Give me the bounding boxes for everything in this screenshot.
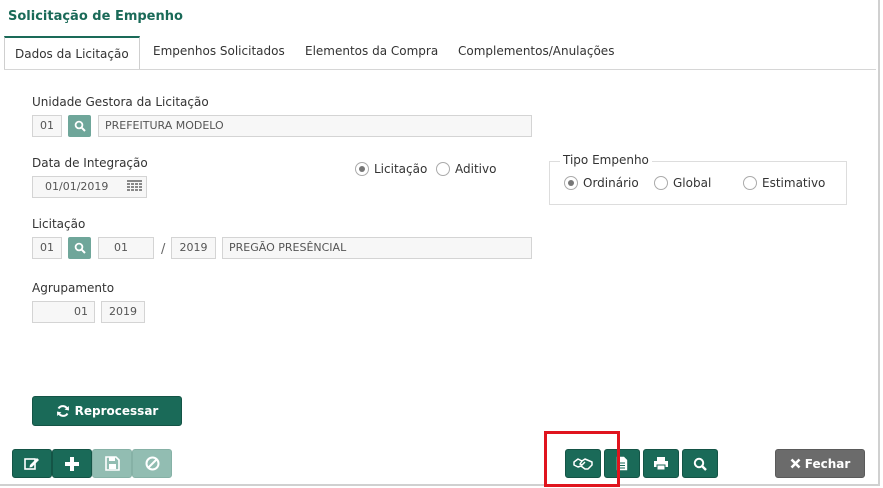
data-integracao-label: Data de Integração [32,156,148,170]
ban-icon [145,456,159,471]
licitacao-description-input[interactable]: PREGÃO PRESÊNCIAL [222,237,532,259]
radio-global-dot [654,176,668,190]
radio-aditivo[interactable]: Aditivo [436,162,496,176]
radio-global-label: Global [673,176,712,190]
agrupamento-year-input[interactable]: 2019 [101,301,145,323]
unidade-search-button[interactable] [68,115,91,137]
radio-licitacao[interactable]: Licitação [355,162,427,176]
fechar-button[interactable]: Fechar [775,449,865,478]
tab-empenhos-solicitados[interactable]: Empenhos Solicitados [153,36,285,70]
radio-global[interactable]: Global [654,176,711,190]
tab-dados-licitacao[interactable]: Dados da Licitação [4,36,140,70]
licitacao-label: Licitação [32,217,86,231]
licitacao-code-input[interactable]: 01 [32,237,62,259]
print-button[interactable] [643,449,679,478]
licitacao-separator: / [161,242,166,257]
radio-licitacao-label: Licitação [374,162,428,176]
highlight-box [544,431,620,487]
licitacao-year-input[interactable]: 2019 [171,237,216,259]
radio-ordinario-dot [564,176,578,190]
agrupamento-label: Agrupamento [32,281,115,295]
tab-elementos-compra[interactable]: Elementos da Compra [305,36,438,70]
save-icon [104,456,120,471]
reprocessar-button[interactable]: Reprocessar [32,396,182,426]
add-button[interactable] [52,449,92,478]
data-integracao-value: 01/01/2019 [45,180,109,193]
window-title: Solicitação de Empenho [8,9,183,24]
print-icon [654,457,668,471]
radio-estimativo-label: Estimativo [762,176,826,190]
licitacao-number-input[interactable]: 01 [98,237,154,259]
tipo-empenho-legend: Tipo Empenho [560,153,652,167]
radio-aditivo-dot [436,162,450,176]
tab-complementos-anulacoes[interactable]: Complementos/Anulações [458,36,614,70]
edit-icon [24,458,39,470]
close-icon [790,458,801,469]
radio-aditivo-label: Aditivo [455,162,497,176]
radio-estimativo[interactable]: Estimativo [743,176,825,190]
refresh-icon [56,405,69,417]
reprocessar-label: Reprocessar [74,404,159,418]
radio-ordinario[interactable]: Ordinário [564,176,639,190]
agrupamento-number-input[interactable]: 01 [32,301,95,323]
unidade-gestora-name-input[interactable]: PREFEITURA MODELO [98,115,532,137]
radio-licitacao-dot [355,162,369,176]
search-button[interactable] [682,449,718,478]
edit-button[interactable] [12,449,52,478]
search-icon [74,120,86,132]
radio-estimativo-dot [743,176,757,190]
fechar-label: Fechar [804,456,851,471]
tab-divider [4,69,876,70]
search-icon [693,457,707,471]
unidade-gestora-label: Unidade Gestora da Licitação [32,95,209,109]
solicitacao-empenho-window: Solicitação de Empenho Dados da Licitaçã… [0,0,880,487]
search-icon [74,242,86,254]
cancel-button[interactable] [132,449,172,478]
calendar-icon[interactable] [127,180,142,196]
unidade-gestora-code-input[interactable]: 01 [32,115,62,137]
save-button[interactable] [92,449,132,478]
plus-icon [65,456,79,471]
licitacao-search-button[interactable] [68,237,91,259]
radio-ordinario-label: Ordinário [583,176,639,190]
